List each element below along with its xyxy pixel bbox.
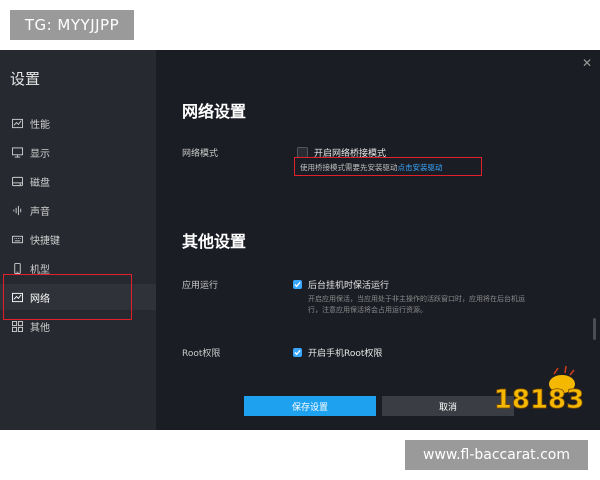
sidebar-item-performance[interactable]: 性能 (0, 110, 156, 136)
sidebar: 设置 性能 显示 磁盘 声音 快捷键 机型 网络 其他 (0, 50, 156, 430)
sidebar-item-label: 机型 (30, 264, 50, 276)
driver-hint: 使用桥接模式需要先安装驱动点击安装驱动 (300, 162, 443, 173)
root-option[interactable]: 开启手机Root权限 (293, 346, 382, 359)
grid-icon (10, 319, 24, 333)
network-icon (10, 290, 24, 304)
sidebar-item-display[interactable]: 显示 (0, 139, 156, 165)
close-icon[interactable]: ✕ (582, 56, 592, 70)
sidebar-item-label: 声音 (30, 206, 50, 218)
sidebar-item-label: 显示 (30, 148, 50, 160)
sidebar-title: 设置 (10, 70, 41, 88)
scrollbar[interactable] (593, 318, 596, 340)
sidebar-item-model[interactable]: 机型 (0, 255, 156, 281)
settings-window: 设置 性能 显示 磁盘 声音 快捷键 机型 网络 其他 ✕ 网络设置 网络模式 … (0, 50, 600, 430)
bridge-mode-label: 开启网络桥接模式 (314, 149, 387, 159)
sidebar-item-label: 其他 (30, 322, 50, 334)
sidebar-item-disk[interactable]: 磁盘 (0, 168, 156, 194)
root-checkbox[interactable] (293, 348, 302, 357)
sidebar-item-sound[interactable]: 声音 (0, 197, 156, 223)
checkmark-icon (294, 281, 301, 288)
monitor-icon (10, 145, 24, 159)
keep-alive-label: 后台挂机时保活运行 (308, 281, 390, 291)
sidebar-item-shortcuts[interactable]: 快捷键 (0, 226, 156, 252)
bridge-mode-option[interactable]: 开启网络桥接模式 (297, 146, 386, 159)
keep-alive-note-line: 行，注意应用保活将会占用运行资源。 (308, 306, 427, 314)
root-label: Root权限 (182, 349, 221, 359)
network-mode-label: 网络模式 (182, 149, 219, 159)
sidebar-item-label: 网络 (30, 293, 50, 305)
sidebar-item-label: 磁盘 (30, 177, 50, 189)
network-section-title: 网络设置 (182, 102, 247, 121)
phone-icon (10, 261, 24, 275)
keep-alive-checkbox[interactable] (293, 280, 302, 289)
logo-text: 18183 (494, 385, 584, 414)
keep-alive-option[interactable]: 后台挂机时保活运行 (293, 278, 389, 291)
keep-alive-note-line: 开启应用保活，当应用处于非主操作的活跃窗口时，应用将在后台机运 (308, 295, 525, 303)
keyboard-icon (10, 232, 24, 246)
checkmark-icon (294, 349, 301, 356)
app-run-label: 应用运行 (182, 281, 219, 291)
bridge-mode-checkbox[interactable] (297, 147, 308, 158)
watermark-bottom: www.fl-baccarat.com (405, 440, 588, 470)
sidebar-item-network[interactable]: 网络 (0, 284, 156, 310)
disk-icon (10, 174, 24, 188)
watermark-top: TG: MYYJJPP (10, 10, 134, 40)
sidebar-item-label: 性能 (30, 119, 50, 131)
root-option-label: 开启手机Root权限 (308, 349, 383, 359)
other-section-title: 其他设置 (182, 232, 247, 251)
performance-icon (10, 116, 24, 130)
sidebar-item-other[interactable]: 其他 (0, 313, 156, 339)
site-logo: 18183 (493, 362, 585, 415)
driver-hint-text: 使用桥接模式需要先安装驱动 (300, 163, 398, 172)
sound-icon (10, 203, 24, 217)
sidebar-item-label: 快捷键 (30, 235, 60, 247)
save-settings-button[interactable]: 保存设置 (244, 396, 376, 416)
install-driver-link[interactable]: 点击安装驱动 (398, 163, 443, 172)
keep-alive-note: 开启应用保活，当应用处于非主操作的活跃窗口时，应用将在后台机运 行，注意应用保活… (308, 294, 525, 316)
